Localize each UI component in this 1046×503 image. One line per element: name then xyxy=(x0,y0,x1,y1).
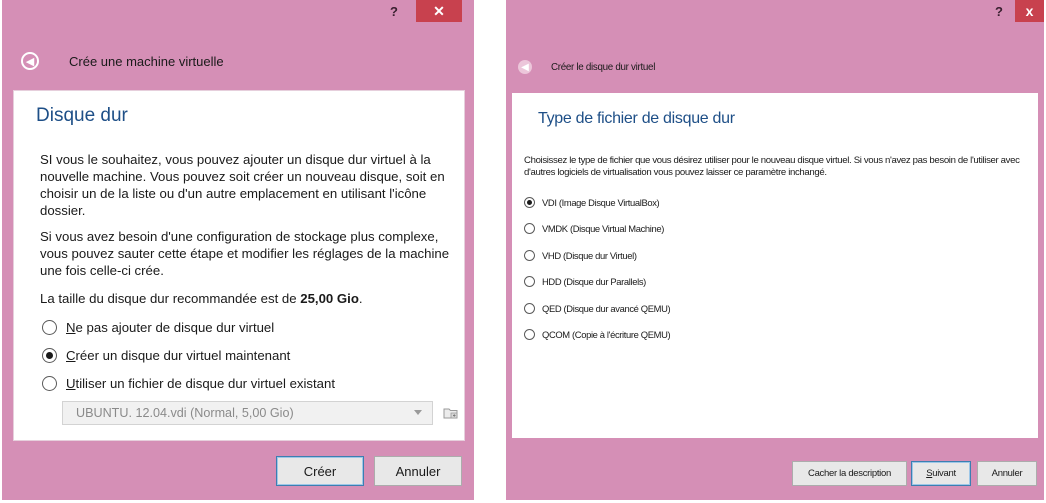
option-label: HDD (Disque dur Parallels) xyxy=(542,276,646,287)
intro-paragraph: SI vous le souhaitez, vous pouvez ajoute… xyxy=(40,152,445,218)
option-label: VHD (Disque dur Virtuel) xyxy=(542,250,637,261)
next-button-text: uivant xyxy=(932,468,956,479)
option-hdd[interactable]: HDD (Disque dur Parallels) xyxy=(524,276,646,287)
mnemonic: C xyxy=(66,348,76,363)
section-title: Type de fichier de disque dur xyxy=(538,110,735,127)
radio-no-disk[interactable] xyxy=(42,320,57,335)
size-suffix: . xyxy=(358,291,363,306)
recommended-size-text: La taille du disque dur recommandée est … xyxy=(40,290,455,307)
next-button[interactable]: Suivant xyxy=(911,461,971,486)
radio-vdi[interactable] xyxy=(524,197,535,208)
option-vmdk[interactable]: VMDK (Disque Virtual Machine) xyxy=(524,223,664,234)
mnemonic: U xyxy=(66,376,76,391)
create-vm-dialog: ? ✕ ◀ Crée une machine virtuelle Disque … xyxy=(2,0,474,500)
hide-description-button[interactable]: Cacher la description xyxy=(792,461,907,486)
radio-qed[interactable] xyxy=(524,303,535,314)
dialog-header: ◀ Crée une machine virtuelle xyxy=(21,52,474,70)
option-no-disk-label: Ne pas ajouter de disque dur virtuel xyxy=(66,320,274,335)
section-title: Disque dur xyxy=(36,105,128,126)
option-create-disk[interactable]: Créer un disque dur virtuel maintenant xyxy=(42,348,290,363)
chevron-down-icon xyxy=(414,410,422,415)
dialog-content xyxy=(512,93,1038,438)
existing-disk-value: UBUNTU. 12.04.vdi (Normal, 5,00 Gio) xyxy=(76,406,294,420)
option-vhd[interactable]: VHD (Disque dur Virtuel) xyxy=(524,250,637,261)
help-button[interactable]: ? xyxy=(380,0,408,22)
dialog-title: Crée une machine virtuelle xyxy=(69,53,224,69)
cancel-button[interactable]: Annuler xyxy=(977,461,1037,486)
dialog-title: Créer le disque dur virtuel xyxy=(551,61,656,73)
radio-qcow[interactable] xyxy=(524,329,535,340)
radio-vhd[interactable] xyxy=(524,250,535,261)
option-existing-disk-label: Utiliser un fichier de disque dur virtue… xyxy=(66,376,335,391)
option-label: VDI (Image Disque VirtualBox) xyxy=(542,197,660,208)
size-value: 25,00 Gio xyxy=(300,291,359,306)
radio-existing-disk[interactable] xyxy=(42,376,57,391)
option-vdi[interactable]: VDI (Image Disque VirtualBox) xyxy=(524,197,660,208)
option-no-disk[interactable]: Ne pas ajouter de disque dur virtuel xyxy=(42,320,274,335)
option-text: réer un disque dur virtuel maintenant xyxy=(75,348,291,363)
close-button[interactable]: x xyxy=(1015,0,1044,22)
option-create-disk-label: Créer un disque dur virtuel maintenant xyxy=(66,348,290,363)
radio-hdd[interactable] xyxy=(524,276,535,287)
back-arrow-icon[interactable]: ◀ xyxy=(21,52,39,70)
option-existing-disk[interactable]: Utiliser un fichier de disque dur virtue… xyxy=(42,376,335,391)
option-qed[interactable]: QED (Disque dur avancé QEMU) xyxy=(524,303,671,314)
folder-icon[interactable] xyxy=(442,404,460,422)
option-label: QED (Disque dur avancé QEMU) xyxy=(542,303,671,314)
help-button[interactable]: ? xyxy=(985,0,1013,22)
description-paragraph: Choisissez le type de fichier que vous d… xyxy=(524,155,1020,178)
option-text: e pas ajouter de disque dur virtuel xyxy=(75,320,275,335)
option-text: tiliser un fichier de disque dur virtuel… xyxy=(75,376,336,391)
create-virtual-disk-dialog: ? x ◀ Créer le disque dur virtuel Type d… xyxy=(506,0,1044,500)
mnemonic: N xyxy=(66,320,76,335)
close-button[interactable]: ✕ xyxy=(416,0,462,22)
dialog-header: ◀ Créer le disque dur virtuel xyxy=(518,60,1044,74)
option-qcow[interactable]: QCOM (Copie à l'écriture QEMU) xyxy=(524,329,671,340)
option-label: VMDK (Disque Virtual Machine) xyxy=(542,223,665,234)
radio-vmdk[interactable] xyxy=(524,223,535,234)
size-text: La taille du disque dur recommandée est … xyxy=(40,291,301,306)
advanced-paragraph: Si vous avez besoin d'une configuration … xyxy=(40,229,450,278)
cancel-button[interactable]: Annuler xyxy=(374,456,462,486)
create-button[interactable]: Créer xyxy=(276,456,364,486)
radio-create-disk[interactable] xyxy=(42,348,57,363)
back-arrow-icon[interactable]: ◀ xyxy=(518,60,532,74)
option-label: QCOM (Copie à l'écriture QEMU) xyxy=(542,329,671,340)
existing-disk-select[interactable]: UBUNTU. 12.04.vdi (Normal, 5,00 Gio) xyxy=(62,401,433,425)
